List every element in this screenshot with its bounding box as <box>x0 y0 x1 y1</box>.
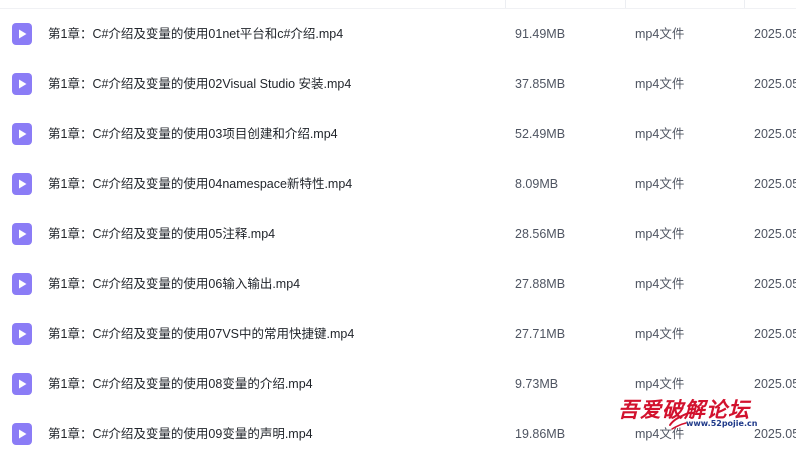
file-row[interactable]: 第1章：C#介绍及变量的使用04namespace新特性.mp4 8.09MB … <box>0 159 796 209</box>
file-size: 91.49MB <box>515 27 566 41</box>
video-file-icon <box>12 173 32 195</box>
video-file-icon <box>12 423 32 445</box>
file-size: 27.88MB <box>515 277 566 291</box>
file-type: mp4文件 <box>635 327 685 341</box>
video-file-icon <box>12 73 32 95</box>
file-size: 52.49MB <box>515 127 566 141</box>
file-date: 2025.05 <box>754 27 796 41</box>
file-name[interactable]: 第1章：C#介绍及变量的使用01net平台和c#介绍.mp4 <box>48 9 488 59</box>
file-name[interactable]: 第1章：C#介绍及变量的使用06输入输出.mp4 <box>48 259 488 309</box>
video-file-icon <box>12 273 32 295</box>
video-file-icon <box>12 123 32 145</box>
file-size: 27.71MB <box>515 327 566 341</box>
watermark-url: www.52pojie.cn <box>686 419 758 428</box>
file-type: mp4文件 <box>635 27 685 41</box>
file-type: mp4文件 <box>635 177 685 191</box>
file-list: 第1章：C#介绍及变量的使用01net平台和c#介绍.mp4 91.49MB m… <box>0 0 796 454</box>
file-type: mp4文件 <box>635 77 685 91</box>
file-row[interactable]: 第1章：C#介绍及变量的使用03项目创建和介绍.mp4 52.49MB mp4文… <box>0 109 796 159</box>
file-date: 2025.05 <box>754 177 796 191</box>
file-size: 8.09MB <box>515 177 559 191</box>
file-date: 2025.05 <box>754 127 796 141</box>
file-row[interactable]: 第1章：C#介绍及变量的使用01net平台和c#介绍.mp4 91.49MB m… <box>0 9 796 59</box>
file-row[interactable]: 第1章：C#介绍及变量的使用05注释.mp4 28.56MB mp4文件 202… <box>0 209 796 259</box>
video-file-icon <box>12 23 32 45</box>
file-name[interactable]: 第1章：C#介绍及变量的使用09变量的声明.mp4 <box>48 409 488 454</box>
file-size: 28.56MB <box>515 227 566 241</box>
file-type: mp4文件 <box>635 227 685 241</box>
file-name[interactable]: 第1章：C#介绍及变量的使用03项目创建和介绍.mp4 <box>48 109 488 159</box>
file-date: 2025.05 <box>754 327 796 341</box>
file-name[interactable]: 第1章：C#介绍及变量的使用08变量的介绍.mp4 <box>48 359 488 409</box>
file-row[interactable]: 第1章：C#介绍及变量的使用07VS中的常用快捷键.mp4 27.71MB mp… <box>0 309 796 359</box>
file-date: 2025.05 <box>754 77 796 91</box>
file-date: 2025.05 <box>754 227 796 241</box>
watermark-logo: 吾爱破解论坛 www.52pojie.cn <box>618 394 778 438</box>
file-row[interactable]: 第1章：C#介绍及变量的使用06输入输出.mp4 27.88MB mp4文件 2… <box>0 259 796 309</box>
file-size: 19.86MB <box>515 427 566 441</box>
video-file-icon <box>12 323 32 345</box>
file-size: 9.73MB <box>515 377 559 391</box>
file-type: mp4文件 <box>635 127 685 141</box>
file-row[interactable]: 第1章：C#介绍及变量的使用02Visual Studio 安装.mp4 37.… <box>0 59 796 109</box>
file-date: 2025.05 <box>754 277 796 291</box>
video-file-icon <box>12 223 32 245</box>
file-name[interactable]: 第1章：C#介绍及变量的使用05注释.mp4 <box>48 209 488 259</box>
file-name[interactable]: 第1章：C#介绍及变量的使用07VS中的常用快捷键.mp4 <box>48 309 488 359</box>
file-type: mp4文件 <box>635 277 685 291</box>
video-file-icon <box>12 373 32 395</box>
file-name[interactable]: 第1章：C#介绍及变量的使用04namespace新特性.mp4 <box>48 159 488 209</box>
file-name[interactable]: 第1章：C#介绍及变量的使用02Visual Studio 安装.mp4 <box>48 59 488 109</box>
file-size: 37.85MB <box>515 77 566 91</box>
